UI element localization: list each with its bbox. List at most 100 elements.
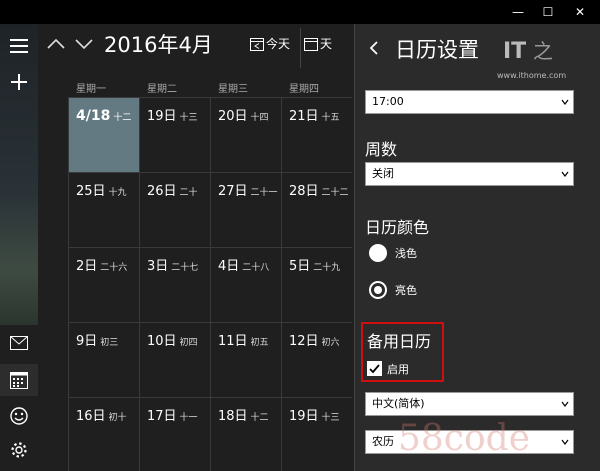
alternate-calendar-highlight: 备用日历 启用 <box>361 322 444 382</box>
lunar-date: 十三 <box>321 413 340 423</box>
gear-icon <box>11 442 27 458</box>
hamburger-icon <box>10 39 28 53</box>
hamburger-menu-button[interactable] <box>0 30 38 62</box>
calendar-icon <box>10 372 28 389</box>
day-number: 27日 <box>218 184 248 199</box>
feedback-button[interactable] <box>0 400 38 432</box>
lunar-date: 二十二 <box>321 188 349 198</box>
day-number: 16日 <box>76 409 106 424</box>
day-label: 天 <box>320 37 333 51</box>
day-cell[interactable]: 17日 十一 <box>139 397 210 471</box>
day-cell[interactable]: 18日 十二 <box>210 397 281 471</box>
month-title[interactable]: 2016年4月 <box>104 29 213 59</box>
weekday-label: 星期三 <box>218 84 248 95</box>
calendar-settings-pane: 日历设置 IT 之 www.ithome.com 17:00 周数 关闭 日历颜色… <box>354 24 600 471</box>
day-cell[interactable]: 19日 十三 <box>139 97 210 172</box>
week-number-value: 关闭 <box>372 167 394 180</box>
day-cell[interactable]: 26日 二十 <box>139 172 210 247</box>
maximize-button[interactable]: ☐ <box>532 0 564 24</box>
day-cell[interactable]: 11日 初五 <box>210 322 281 397</box>
calendar-header: 2016年4月 今天 天 <box>38 24 354 74</box>
calendar-type-select[interactable]: 农历 <box>365 430 574 454</box>
time-select[interactable]: 17:00 <box>365 90 574 114</box>
day-cell[interactable]: 19日 十三 <box>281 397 352 471</box>
settings-button[interactable] <box>0 434 38 466</box>
lunar-date: 十四 <box>250 113 269 123</box>
day-number: 11日 <box>218 334 248 349</box>
switch-to-mail-button[interactable] <box>0 327 38 359</box>
day-view-button[interactable]: 天 <box>304 35 332 55</box>
today-button[interactable]: 今天 <box>250 35 290 55</box>
day-cell[interactable]: 10日 初四 <box>139 322 210 397</box>
day-number: 9日 <box>76 334 98 349</box>
minimize-button[interactable]: — <box>502 0 534 24</box>
chevron-up-icon <box>47 38 65 49</box>
day-cell[interactable]: 4日 二十八 <box>210 247 281 322</box>
day-cell[interactable]: 21日 十五 <box>281 97 352 172</box>
dark-color-radio[interactable]: 亮色 <box>369 279 417 299</box>
day-number: 3日 <box>147 259 169 274</box>
lunar-date: 初五 <box>250 338 269 348</box>
back-button[interactable] <box>367 38 387 60</box>
day-cell-today[interactable]: 4/18 十二 <box>68 97 139 172</box>
month-grid: 4/18 十二 19日 十三 20日 十四 21日 十五 25日 十九 26日 二十 27日… <box>68 97 354 471</box>
light-color-radio[interactable]: 浅色 <box>369 242 417 262</box>
day-number: 17日 <box>147 409 177 424</box>
chevron-down-icon <box>75 39 93 50</box>
lunar-date: 初十 <box>108 413 127 423</box>
new-event-button[interactable] <box>0 66 38 98</box>
checkmark-icon <box>369 364 380 374</box>
calendar-type-value: 农历 <box>372 435 394 448</box>
enable-alternate-calendar-checkbox[interactable]: 启用 <box>367 358 409 377</box>
lunar-date: 十二 <box>113 113 132 123</box>
day-number: 10日 <box>147 334 177 349</box>
day-number: 20日 <box>218 109 248 124</box>
day-cell[interactable]: 27日 二十一 <box>210 172 281 247</box>
day-cell[interactable]: 16日 初十 <box>68 397 139 471</box>
lunar-date: 二十七 <box>171 263 199 273</box>
alternate-calendar-label: 备用日历 <box>367 332 432 351</box>
weekday-label: 星期一 <box>76 84 106 95</box>
day-cell[interactable]: 9日 初三 <box>68 322 139 397</box>
close-button[interactable]: ✕ <box>564 0 596 24</box>
weekday-label: 星期二 <box>147 84 177 95</box>
lunar-date: 二十九 <box>313 263 341 273</box>
day-view-icon <box>304 38 318 51</box>
chevron-down-icon <box>561 401 569 407</box>
lunar-date: 十三 <box>179 113 198 123</box>
radio-circle <box>369 243 387 262</box>
lunar-date: 十九 <box>108 188 127 198</box>
day-number: 4/18 <box>76 108 111 124</box>
dark-color-label: 亮色 <box>395 283 417 297</box>
chevron-down-icon <box>561 99 569 105</box>
switch-to-calendar-button[interactable] <box>0 364 38 396</box>
svg-text:IT: IT <box>503 39 526 64</box>
lunar-date: 十五 <box>321 113 340 123</box>
day-cell[interactable]: 28日 二十二 <box>281 172 352 247</box>
chevron-down-icon <box>561 171 569 177</box>
header-divider <box>300 28 301 68</box>
day-number: 12日 <box>289 334 319 349</box>
day-cell[interactable]: 3日 二十七 <box>139 247 210 322</box>
day-cell[interactable]: 12日 初六 <box>281 322 352 397</box>
previous-month-button[interactable] <box>46 34 66 54</box>
calendar-color-label: 日历颜色 <box>365 218 430 237</box>
lunar-date: 十一 <box>179 413 198 423</box>
light-color-label: 浅色 <box>395 246 417 260</box>
calendar-language-select[interactable]: 中文(简体) <box>365 392 574 416</box>
title-bar: — ☐ ✕ <box>0 0 600 24</box>
week-number-select[interactable]: 关闭 <box>365 162 574 186</box>
enable-label: 启用 <box>387 362 409 376</box>
day-cell[interactable]: 25日 十九 <box>68 172 139 247</box>
day-number: 18日 <box>218 409 248 424</box>
mail-icon <box>10 336 28 350</box>
lunar-date: 十二 <box>250 413 269 423</box>
day-cell[interactable]: 20日 十四 <box>210 97 281 172</box>
smiley-icon <box>10 407 28 425</box>
day-cell[interactable]: 5日 二十九 <box>281 247 352 322</box>
checkbox-box <box>367 361 382 376</box>
settings-title: 日历设置 <box>395 38 479 62</box>
day-cell[interactable]: 2日 二十六 <box>68 247 139 322</box>
chevron-down-icon <box>561 439 569 445</box>
next-month-button[interactable] <box>74 34 94 54</box>
